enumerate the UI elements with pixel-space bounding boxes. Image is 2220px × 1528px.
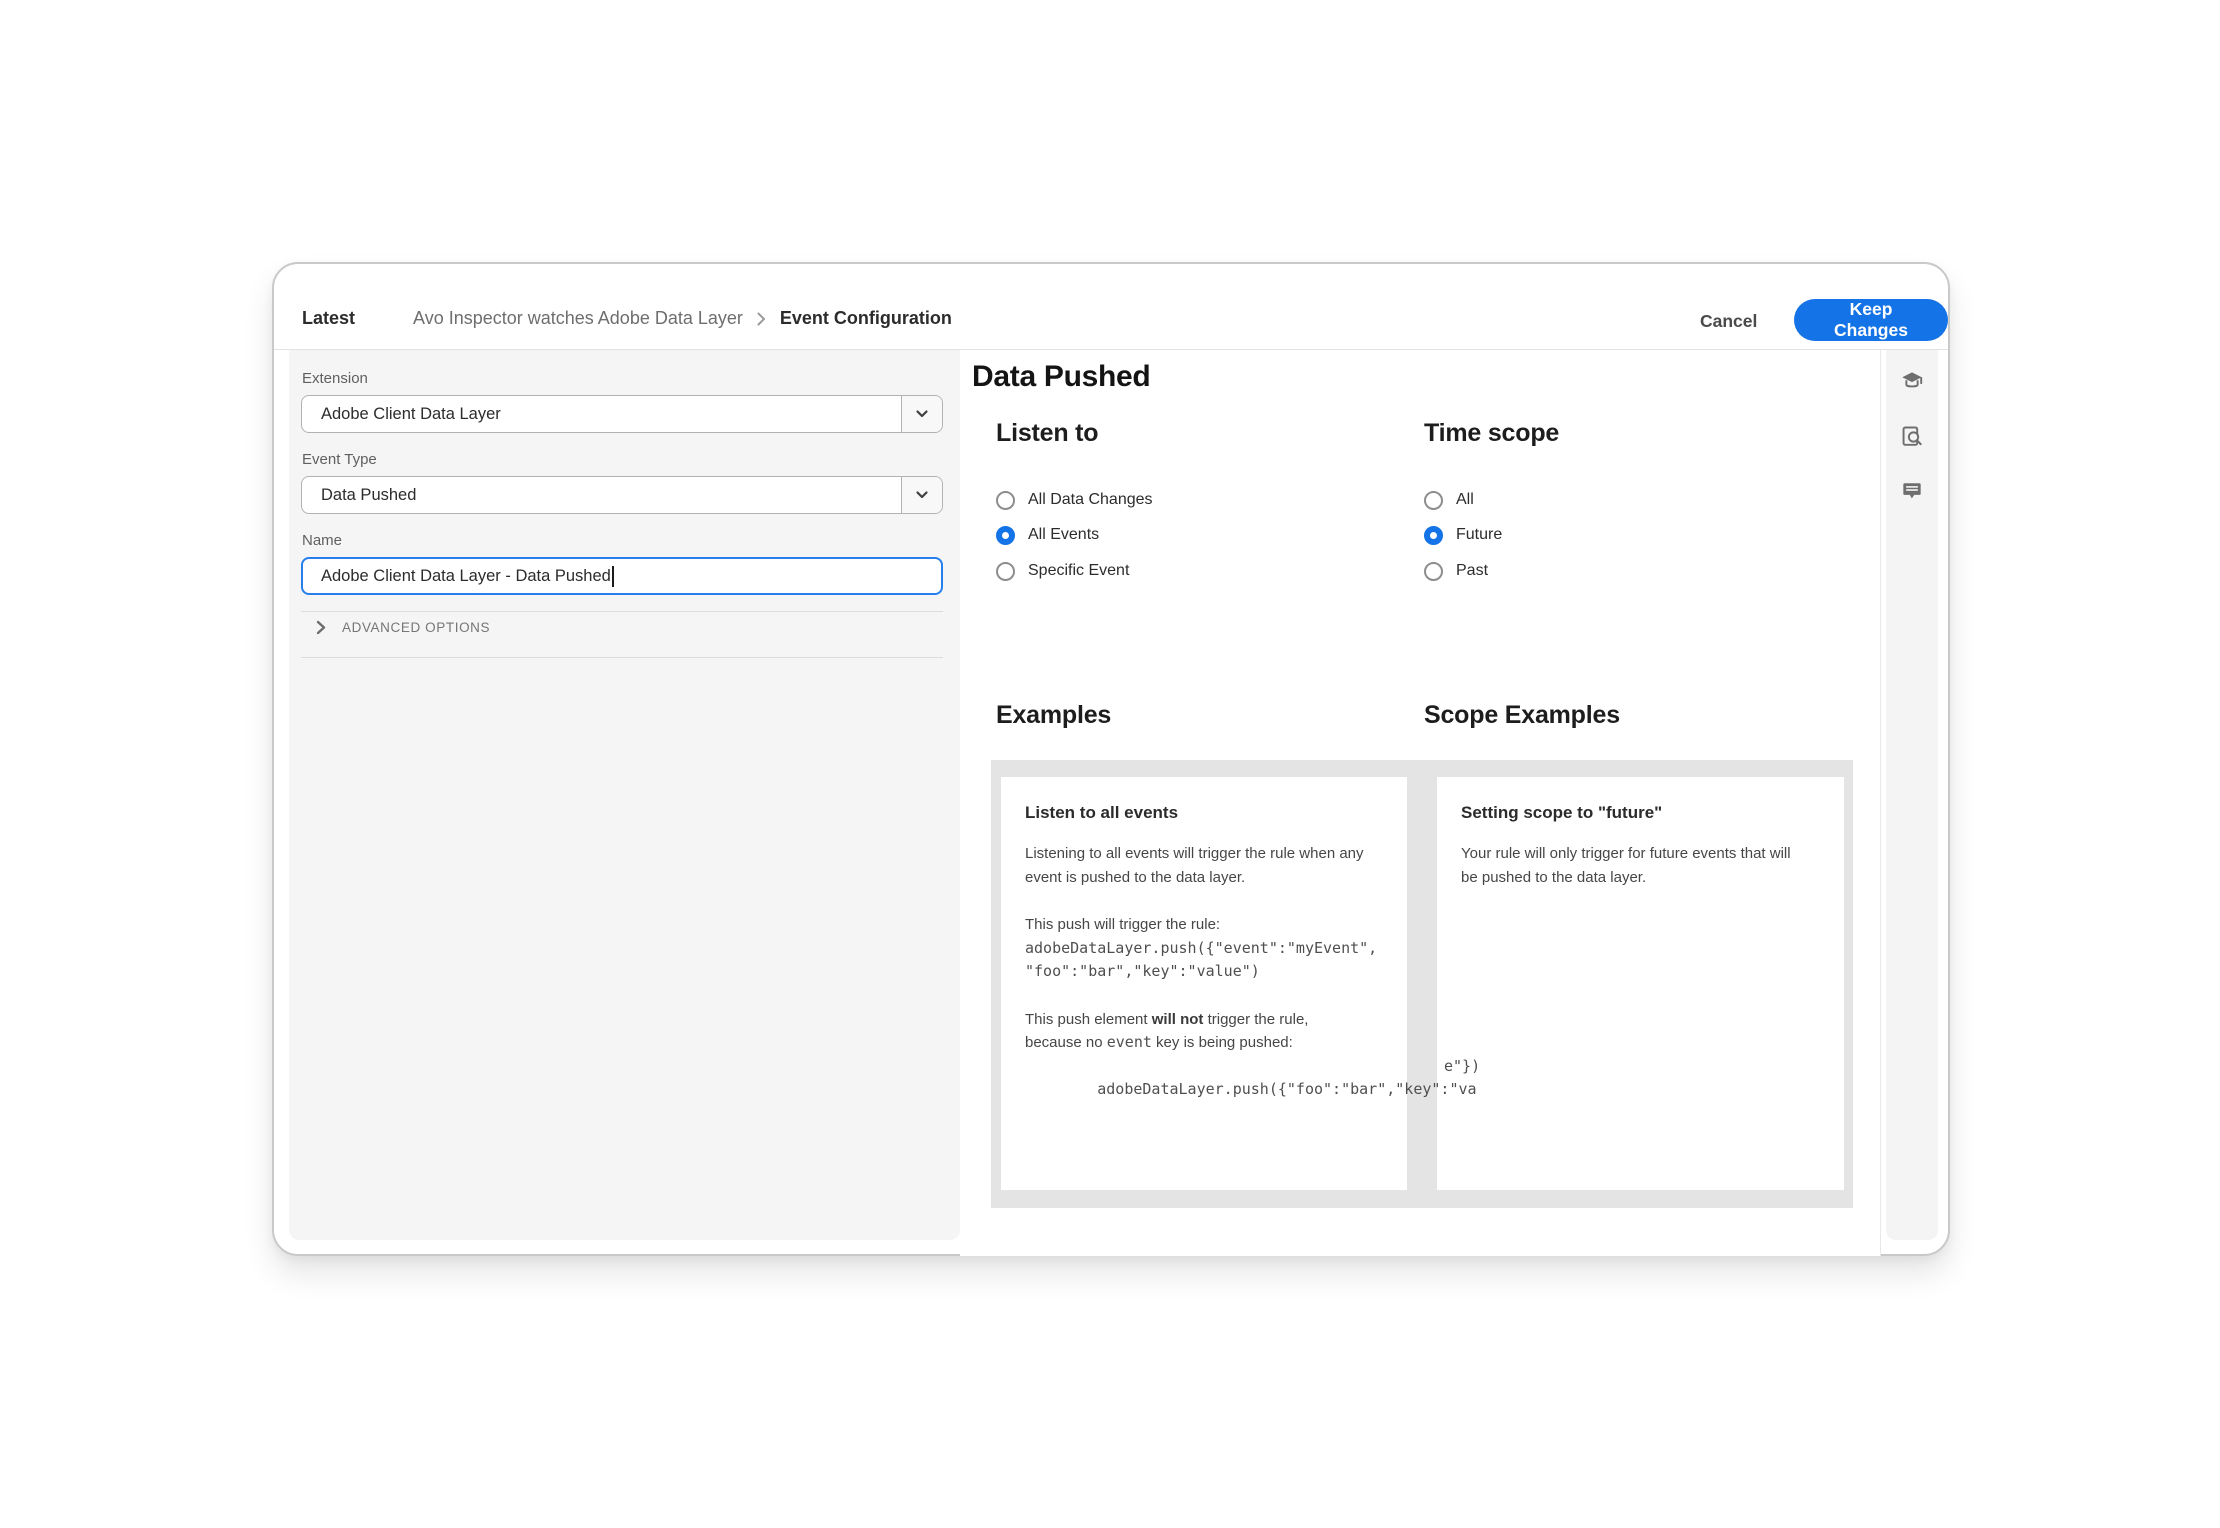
right-rail [1886,350,1938,1240]
radio-icon[interactable] [1424,526,1443,545]
event-type-label: Event Type [302,451,377,468]
examples-container: Listen to all events Listening to all ev… [991,760,1853,1208]
example-card-title: Listen to all events [1025,803,1383,823]
scope-card-title: Setting scope to "future" [1461,803,1820,823]
divider [301,611,943,612]
radio-icon[interactable] [996,491,1015,510]
example-no-trigger-code: adobeDataLayer.push({"foo":"bar","key":"… [1025,1055,1383,1149]
scope-example-card-future: Setting scope to "future" Your rule will… [1437,777,1844,1190]
divider [301,657,943,658]
radio-icon[interactable] [1424,562,1443,581]
example-trigger-code: adobeDataLayer.push({"event":"myEvent", … [1025,939,1377,981]
radio-icon[interactable] [1424,491,1443,510]
time-scope-heading: Time scope [1424,419,1559,448]
radio-option-all-data-changes[interactable]: All Data Changes [996,489,1153,511]
feedback-icon[interactable] [1899,478,1925,504]
scope-examples-heading: Scope Examples [1424,701,1620,730]
event-type-dropdown[interactable]: Data Pushed [301,476,943,514]
extension-dropdown[interactable]: Adobe Client Data Layer [301,395,943,433]
extension-dropdown-value: Adobe Client Data Layer [302,405,901,424]
example-trigger-block: This push will trigger the rule: adobeDa… [1025,913,1383,984]
chevron-down-icon[interactable] [901,396,942,432]
radio-icon[interactable] [996,526,1015,545]
rule-name-input[interactable]: Adobe Client Data Layer - Data Pushed [301,557,943,595]
breadcrumb-current-page: Event Configuration [780,308,952,329]
extension-label: Extension [302,370,368,387]
chevron-right-icon [316,620,326,635]
radio-option-all-events[interactable]: All Events [996,524,1099,546]
event-type-dropdown-value: Data Pushed [302,486,901,505]
rule-name-value: Adobe Client Data Layer - Data Pushed [321,567,611,586]
radio-option-future[interactable]: Future [1424,524,1502,546]
example-code-overflow: e"}) [1444,1055,1480,1079]
example-card-listen-all: Listen to all events Listening to all ev… [1001,777,1407,1190]
radio-icon[interactable] [996,562,1015,581]
keep-changes-button[interactable]: Keep Changes [1794,299,1948,341]
version-selector[interactable]: Latest [302,308,355,329]
breadcrumb-rule-name[interactable]: Avo Inspector watches Adobe Data Layer [413,308,743,329]
example-no-trigger-block: This push element will not trigger the r… [1025,1008,1383,1055]
breadcrumb-chevron-icon [757,312,766,326]
chevron-down-icon[interactable] [901,477,942,513]
name-label: Name [302,532,342,549]
event-configuration-dialog: Latest Avo Inspector watches Adobe Data … [272,262,1950,1256]
advanced-options-label: ADVANCED OPTIONS [342,620,490,635]
radio-option-specific-event[interactable]: Specific Event [996,560,1129,582]
examples-heading: Examples [996,701,1111,730]
scope-card-body: Your rule will only trigger for future e… [1461,842,1820,889]
radio-option-all[interactable]: All [1424,489,1474,511]
text-caret [612,566,614,587]
cancel-button[interactable]: Cancel [1700,311,1757,332]
event-config-sidebar: Extension Adobe Client Data Layer Event … [289,350,960,1240]
advanced-options-toggle[interactable]: ADVANCED OPTIONS [316,620,490,635]
learn-icon[interactable] [1899,368,1925,394]
inspect-document-icon[interactable] [1899,424,1925,450]
page-title: Data Pushed [972,360,1150,394]
listen-to-heading: Listen to [996,419,1098,448]
radio-option-past[interactable]: Past [1424,560,1488,582]
breadcrumb: Latest Avo Inspector watches Adobe Data … [302,308,952,329]
example-card-intro: Listening to all events will trigger the… [1025,842,1383,889]
